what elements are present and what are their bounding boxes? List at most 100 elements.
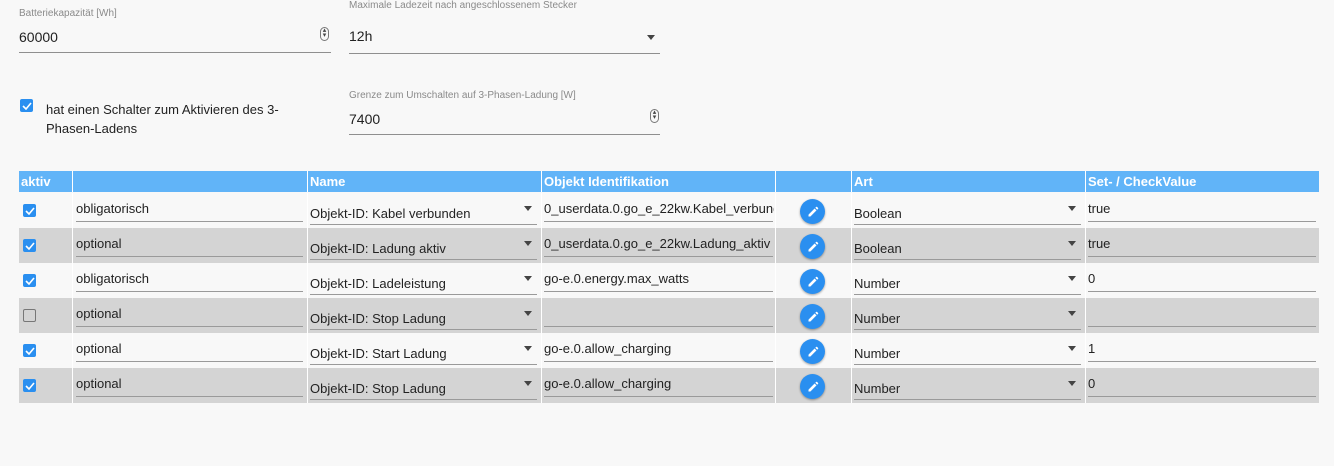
check-icon	[21, 101, 32, 110]
row-type-select[interactable]: Number	[854, 311, 1054, 326]
row-name-select[interactable]: Objekt-ID: Stop Ladung	[310, 381, 510, 396]
caret-down-icon[interactable]	[1068, 241, 1076, 246]
row-name-underline	[310, 329, 537, 330]
row-object-id-input[interactable]: 0_userdata.0.go_e_22kw.Ladung_aktiv	[544, 236, 774, 251]
row-object-id-underline	[544, 396, 773, 397]
row-value-underline	[1088, 326, 1316, 327]
row-name-select[interactable]: Objekt-ID: Start Ladung	[310, 346, 510, 361]
three-phase-threshold-underline	[349, 134, 660, 135]
check-icon	[24, 346, 35, 355]
row-type-underline	[854, 399, 1081, 400]
pencil-icon	[808, 381, 818, 391]
row-active-checkbox[interactable]	[23, 344, 36, 357]
row-value-input[interactable]: 1	[1088, 341, 1313, 356]
caret-down-icon[interactable]	[524, 206, 532, 211]
edit-object-id-button[interactable]	[800, 304, 825, 329]
row-object-id-underline	[544, 326, 773, 327]
battery-capacity-label: Batteriekapazität [Wh]	[19, 8, 117, 19]
row-value-underline	[1088, 256, 1316, 257]
max-charge-time-caret-down-icon[interactable]	[647, 35, 655, 40]
header-requirement	[72, 171, 307, 192]
row-value-input[interactable]: 0	[1088, 376, 1313, 391]
row-name-select[interactable]: Objekt-ID: Ladung aktiv	[310, 241, 510, 256]
row-requirement-underline	[76, 361, 303, 362]
three-phase-label-line1: hat einen Schalter zum Aktivieren des 3-	[46, 102, 279, 117]
max-charge-time-underline	[349, 53, 660, 54]
row-name-select[interactable]: Objekt-ID: Stop Ladung	[310, 311, 510, 326]
row-requirement-input[interactable]: optional	[76, 236, 302, 251]
row-type-select[interactable]: Number	[854, 346, 1054, 361]
row-type-select[interactable]: Number	[854, 381, 1054, 396]
edit-object-id-button[interactable]	[800, 234, 825, 259]
row-type-underline	[854, 224, 1081, 225]
header-edit	[775, 171, 851, 192]
three-phase-threshold-input[interactable]: 7400	[349, 111, 380, 127]
row-type-select[interactable]: Boolean	[854, 206, 1054, 221]
caret-down-icon[interactable]	[524, 346, 532, 351]
pencil-icon	[808, 311, 818, 321]
caret-down-icon[interactable]	[524, 311, 532, 316]
row-object-id-input[interactable]: go-e.0.allow_charging	[544, 341, 774, 356]
row-name-underline	[310, 364, 537, 365]
table-header: aktiv Name Objekt Identifikation Art Set…	[19, 171, 1319, 192]
row-requirement-input[interactable]: optional	[76, 376, 302, 391]
row-value-input[interactable]: 0	[1088, 271, 1313, 286]
row-type-select[interactable]: Number	[854, 276, 1054, 291]
pencil-icon	[808, 241, 818, 251]
row-name-underline	[310, 224, 537, 225]
row-object-id-underline	[544, 221, 773, 222]
row-active-checkbox[interactable]	[23, 379, 36, 392]
row-object-id-input[interactable]: go-e.0.energy.max_watts	[544, 271, 774, 286]
three-phase-threshold-spinner-icon[interactable]: ▴ ▾	[650, 109, 659, 123]
three-phase-label: hat einen Schalter zum Aktivieren des 3-…	[46, 100, 279, 138]
row-name-underline	[310, 259, 537, 260]
row-name-select[interactable]: Objekt-ID: Ladeleistung	[310, 276, 510, 291]
three-phase-checkbox[interactable]	[20, 99, 33, 112]
caret-down-icon[interactable]	[1068, 346, 1076, 351]
header-aktiv: aktiv	[21, 174, 51, 189]
row-requirement-input[interactable]: obligatorisch	[76, 201, 302, 216]
caret-down-icon[interactable]	[1068, 276, 1076, 281]
battery-capacity-input[interactable]: 60000	[19, 29, 58, 45]
caret-down-icon[interactable]	[1068, 381, 1076, 386]
row-value-underline	[1088, 221, 1316, 222]
header-name: Name	[307, 171, 541, 192]
row-requirement-underline	[76, 326, 303, 327]
header-set-check-value: Set- / CheckValue	[1085, 171, 1319, 192]
row-object-id-input[interactable]: go-e.0.allow_charging	[544, 376, 774, 391]
caret-down-icon[interactable]	[524, 381, 532, 386]
check-icon	[24, 206, 35, 215]
table-row: obligatorisch Objekt-ID: Ladeleistung go-e…	[19, 263, 1319, 298]
caret-down-icon[interactable]	[524, 276, 532, 281]
row-requirement-underline	[76, 221, 303, 222]
header-type: Art	[851, 171, 1085, 192]
row-requirement-input[interactable]: optional	[76, 306, 302, 321]
row-name-select[interactable]: Objekt-ID: Kabel verbunden	[310, 206, 510, 221]
row-active-checkbox[interactable]	[23, 274, 36, 287]
row-active-checkbox[interactable]	[23, 309, 36, 322]
edit-object-id-button[interactable]	[800, 374, 825, 399]
row-requirement-input[interactable]: obligatorisch	[76, 271, 302, 286]
table-row: optional Objekt-ID: Start Ladung go-e.0.al…	[19, 333, 1319, 368]
row-value-underline	[1088, 361, 1316, 362]
row-value-input[interactable]: true	[1088, 201, 1313, 216]
caret-down-icon[interactable]	[524, 241, 532, 246]
row-value-underline	[1088, 396, 1316, 397]
row-type-underline	[854, 364, 1081, 365]
row-active-checkbox[interactable]	[23, 204, 36, 217]
edit-object-id-button[interactable]	[800, 269, 825, 294]
row-type-select[interactable]: Boolean	[854, 241, 1054, 256]
edit-object-id-button[interactable]	[800, 199, 825, 224]
row-value-input[interactable]: true	[1088, 236, 1313, 251]
row-requirement-underline	[76, 291, 303, 292]
battery-capacity-spinner-icon[interactable]: ▴ ▾	[320, 27, 329, 41]
row-requirement-input[interactable]: optional	[76, 341, 302, 356]
row-active-checkbox[interactable]	[23, 239, 36, 252]
caret-down-icon[interactable]	[1068, 206, 1076, 211]
caret-down-icon[interactable]	[1068, 311, 1076, 316]
max-charge-time-select[interactable]: 12h	[349, 28, 372, 44]
edit-object-id-button[interactable]	[800, 339, 825, 364]
check-icon	[24, 381, 35, 390]
row-object-id-input[interactable]: 0_userdata.0.go_e_22kw.Kabel_verbund	[544, 201, 774, 216]
row-type-underline	[854, 329, 1081, 330]
